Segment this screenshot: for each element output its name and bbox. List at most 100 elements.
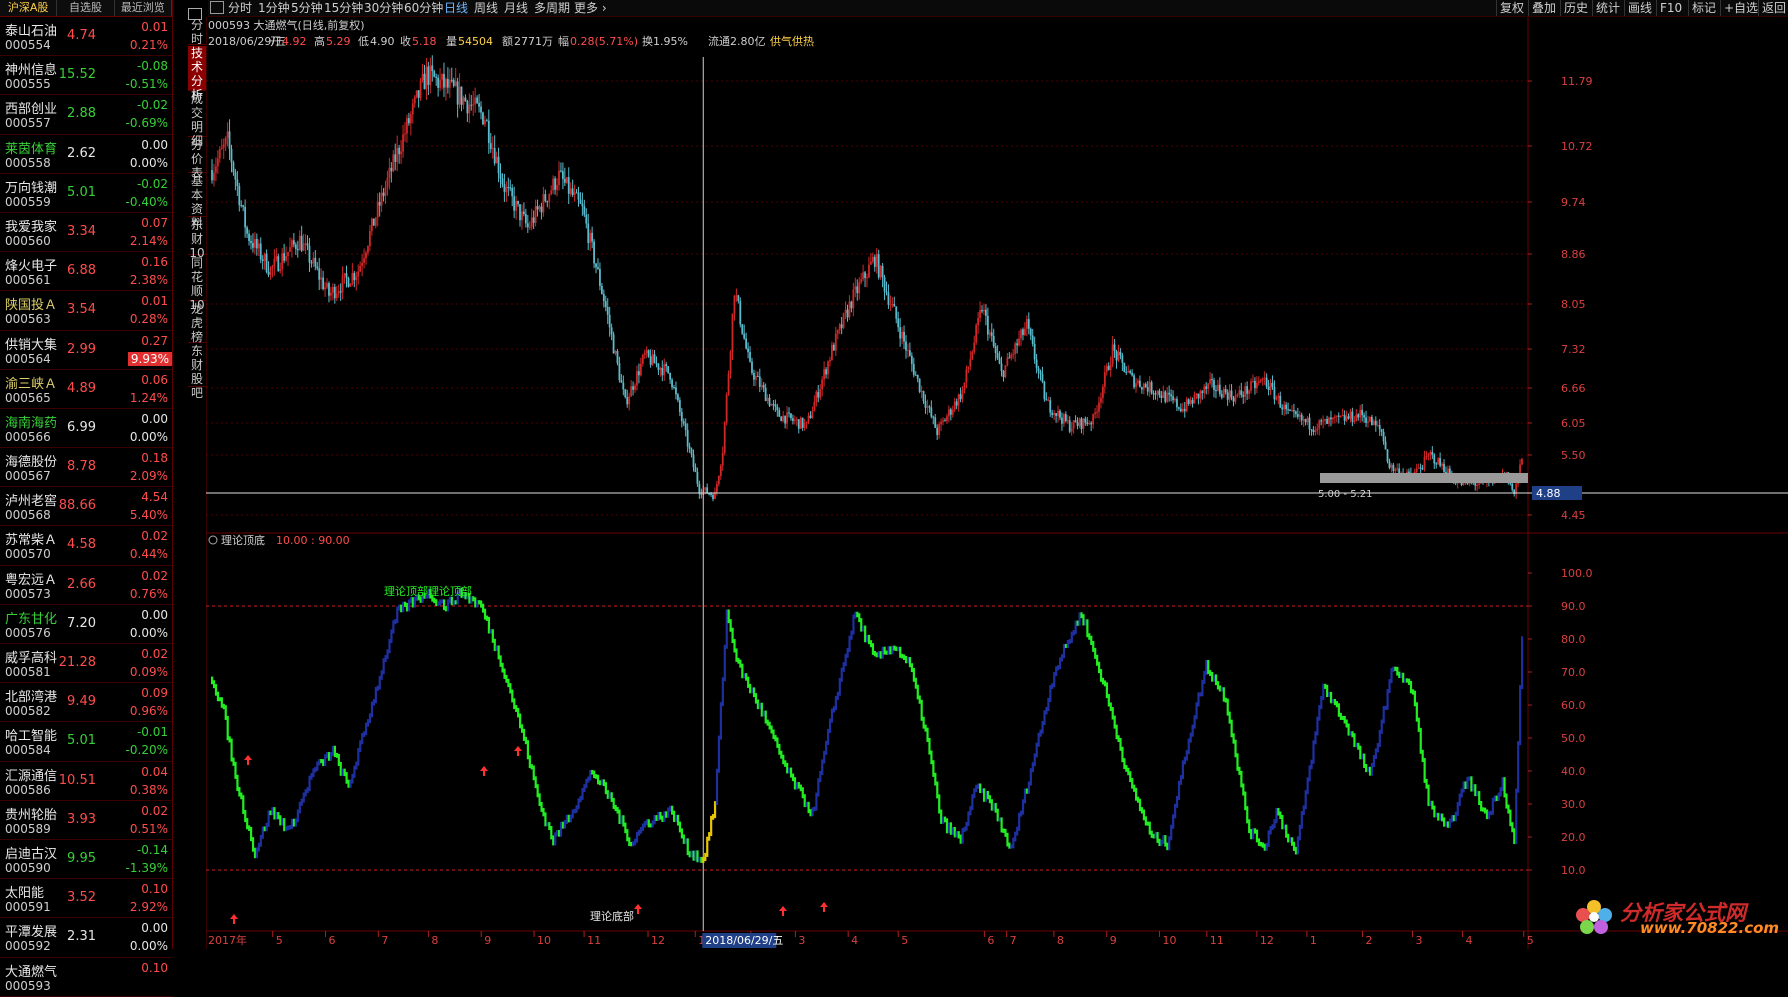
period-button[interactable]: 分时 xyxy=(228,0,252,16)
stock-code: 000555 xyxy=(5,77,51,92)
price-axis-label: 7.32 xyxy=(1561,343,1586,356)
panel-toggle-icon[interactable] xyxy=(210,1,224,14)
time-axis-label: 3 xyxy=(1416,934,1423,947)
period-button[interactable]: 60分钟 xyxy=(404,0,443,16)
stock-row[interactable]: 威孚高科 000581 21.28 0.02 0.09% xyxy=(0,644,172,684)
indicator-bar xyxy=(285,826,288,832)
candle-body xyxy=(339,291,342,293)
indicator-bar xyxy=(368,713,372,724)
tool-button[interactable]: +自选 xyxy=(1720,0,1758,16)
indicator-bar xyxy=(823,750,826,764)
indicator-bar xyxy=(747,676,750,688)
indicator-bar xyxy=(351,773,354,784)
period-button[interactable]: 15分钟 xyxy=(324,0,363,16)
quote-field: 4.90 xyxy=(370,35,395,48)
period-button[interactable]: 多周期 xyxy=(534,0,570,16)
stock-row[interactable]: 莱茵体育 000558 2.62 0.00 0.00% xyxy=(0,135,172,174)
stock-row[interactable]: 海南海药 000566 6.99 0.00 0.00% xyxy=(0,409,172,449)
stock-row[interactable]: 北部湾港 000582 9.49 0.09 0.96% xyxy=(0,683,172,723)
stock-row[interactable]: 我爱我家 000560 3.34 0.07 2.14% xyxy=(0,213,172,253)
side-tab[interactable]: 龙虎榜 xyxy=(188,302,206,344)
stock-row[interactable]: 万向钱潮 000559 5.01 -0.02 -0.40% xyxy=(0,174,172,213)
stock-row[interactable]: 启迪古汉 000590 9.95 -0.14 -1.39% xyxy=(0,840,172,880)
stock-row[interactable]: 供销大集 000564 2.99 0.27 9.93% xyxy=(0,331,172,370)
candle-body xyxy=(809,415,812,419)
buy-arrow-icon xyxy=(244,755,252,765)
stock-row[interactable]: 西部创业 000557 2.88 -0.02 -0.69% xyxy=(0,95,172,135)
stock-row[interactable]: 苏常柴Ａ 000570 4.58 0.02 0.44% xyxy=(0,526,172,566)
tab-shenzhen-a[interactable]: 沪深A股 xyxy=(0,0,58,16)
indicator-bar xyxy=(1296,836,1300,855)
period-button[interactable]: 1分钟 xyxy=(258,0,290,16)
indicator-bar xyxy=(277,812,280,820)
tool-button[interactable]: 画线 xyxy=(1624,0,1652,16)
indicator-bar xyxy=(1521,636,1524,690)
candle-body xyxy=(655,363,658,365)
stock-row[interactable]: 哈工智能 000584 5.01 -0.01 -0.20% xyxy=(0,722,172,762)
quote-field: 供气供热 xyxy=(770,34,814,48)
tool-button[interactable]: 历史 xyxy=(1560,0,1588,16)
indicator-bar xyxy=(1244,791,1247,811)
stock-row[interactable]: 陕国投Ａ 000563 3.54 0.01 0.28% xyxy=(0,291,172,331)
candle-body xyxy=(1380,429,1383,432)
tool-button[interactable]: 标记 xyxy=(1688,0,1716,16)
indicator-bar xyxy=(1068,639,1071,644)
stock-price: 88.66 xyxy=(58,498,96,514)
side-tab[interactable]: 分价表 xyxy=(188,138,206,180)
side-tab[interactable]: 分时走势 xyxy=(188,18,206,74)
stock-row[interactable]: 太阳能 000591 3.52 0.10 2.92% xyxy=(0,879,172,919)
indicator-bar xyxy=(1318,705,1321,721)
stock-row[interactable]: 渝三峡Ａ 000565 4.89 0.06 1.24% xyxy=(0,370,172,409)
indicator-bar xyxy=(1070,631,1073,644)
stock-row[interactable]: 烽火电子 000561 6.88 0.16 2.38% xyxy=(0,252,172,292)
side-tab[interactable]: 基本资料 xyxy=(188,174,206,230)
indicator-bar xyxy=(308,775,311,792)
indicator-bar xyxy=(916,684,919,700)
indicator-bar xyxy=(491,629,494,643)
period-button[interactable]: 周线 xyxy=(474,0,498,16)
stock-row[interactable]: 粤宏远Ａ 000573 2.66 0.02 0.76% xyxy=(0,566,172,605)
period-button[interactable]: 月线 xyxy=(504,0,528,16)
period-button[interactable]: 日线 xyxy=(444,0,468,16)
stock-row[interactable]: 神州信息 000555 15.52 -0.08 -0.51% xyxy=(0,56,172,96)
indicator-bar xyxy=(339,761,342,776)
indicator-bar xyxy=(1156,832,1159,843)
period-button[interactable]: 更多 › xyxy=(574,0,607,16)
candle-body xyxy=(1070,428,1073,432)
quote-field: 流通2.80亿 xyxy=(708,34,766,48)
tool-button[interactable]: 返回 xyxy=(1758,0,1786,16)
side-tab[interactable]: 同花顺10 xyxy=(188,256,206,312)
candle-body xyxy=(1429,452,1432,456)
indicator-bar xyxy=(992,803,995,811)
stock-row[interactable]: 泸州老窖 000568 88.66 4.54 5.40% xyxy=(0,487,172,527)
tab-recent[interactable]: 最近浏览 xyxy=(115,0,172,16)
ind-axis-label: 10.0 xyxy=(1561,864,1586,877)
candle-body xyxy=(394,154,397,162)
ind-axis-label: 30.0 xyxy=(1561,798,1586,811)
side-tab[interactable]: 东财10 xyxy=(188,218,206,260)
candle-body xyxy=(799,417,802,429)
stock-row[interactable]: 海德股份 000567 8.78 0.18 2.09% xyxy=(0,448,172,488)
tool-button[interactable]: F10 xyxy=(1656,0,1682,16)
tab-watchlist[interactable]: 自选股 xyxy=(57,0,115,16)
period-button[interactable]: 30分钟 xyxy=(364,0,403,16)
indicator-bar xyxy=(1216,681,1220,690)
stock-row[interactable]: 广东甘化 000576 7.20 0.00 0.00% xyxy=(0,605,172,644)
candle-body xyxy=(548,194,551,202)
candle-body xyxy=(807,415,810,422)
stock-row[interactable]: 汇源通信 000586 10.51 0.04 0.38% xyxy=(0,762,172,801)
side-tab[interactable]: 成交明细 xyxy=(188,92,206,148)
period-button[interactable]: 5分钟 xyxy=(291,0,323,16)
stock-row[interactable]: 贵州轮胎 000589 3.93 0.02 0.51% xyxy=(0,801,172,840)
side-tab[interactable]: 技术分析 xyxy=(188,46,206,102)
tool-button[interactable]: 统计 xyxy=(1592,0,1620,16)
flower-logo-icon xyxy=(1576,900,1612,934)
stock-row[interactable]: 平潭发展 000592 2.31 0.00 0.00% xyxy=(0,918,172,958)
tool-button[interactable]: 叠加 xyxy=(1528,0,1556,16)
indicator-bar xyxy=(643,821,646,828)
tool-button[interactable]: 复权 xyxy=(1496,0,1524,16)
side-tab[interactable]: 东财股吧 xyxy=(188,344,206,400)
indicator-bar xyxy=(657,811,660,821)
stock-row[interactable]: 大通燃气 000593 0.10 xyxy=(0,958,172,997)
stock-row[interactable]: 泰山石油 000554 4.74 0.01 0.21% xyxy=(0,17,172,57)
